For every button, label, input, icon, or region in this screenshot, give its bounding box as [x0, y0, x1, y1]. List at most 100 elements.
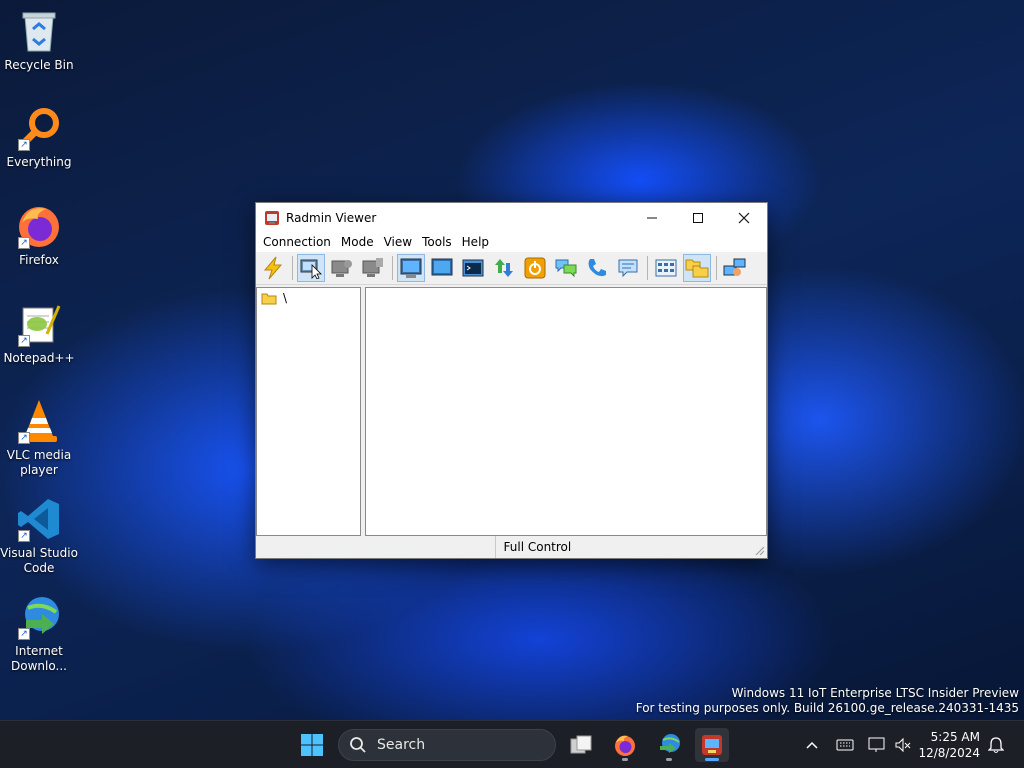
full-control-mode-button[interactable] — [297, 254, 325, 282]
volume-tray-button[interactable] — [892, 733, 914, 757]
vscode-icon: ↗ — [16, 496, 62, 542]
maximize-button[interactable] — [675, 203, 721, 232]
text-chat-button[interactable] — [552, 254, 580, 282]
start-button[interactable] — [295, 728, 329, 762]
list-view-icon — [655, 259, 677, 277]
desktop-icon-label: Recycle Bin — [4, 58, 74, 72]
search-icon — [350, 737, 366, 753]
shortcut-arrow-icon: ↗ — [18, 335, 30, 347]
desktop-icon-label: VLC media player — [6, 448, 72, 477]
internet-download-manager-icon: ↗ — [16, 594, 62, 640]
desktop-icon-label: Everything — [6, 155, 72, 169]
desktop-icon-recycle-bin[interactable]: Recycle Bin — [0, 8, 78, 73]
folder-tree-pane[interactable]: \ — [256, 287, 361, 536]
taskbar-radmin-viewer[interactable] — [695, 728, 729, 762]
bell-icon — [988, 737, 1004, 753]
tree-root-item[interactable]: \ — [257, 288, 360, 305]
address-book-button[interactable] — [721, 254, 749, 282]
internet-download-manager-icon — [660, 734, 680, 753]
clock-date: 12/8/2024 — [918, 746, 980, 760]
list-view-button[interactable] — [652, 254, 680, 282]
desktop-icon-everything[interactable]: ↗ Everything — [0, 105, 78, 170]
windows-watermark: Windows 11 IoT Enterprise LTSC Insider P… — [636, 686, 1019, 716]
folder-tree-button[interactable] — [683, 254, 711, 282]
watermark-line-2: For testing purposes only. Build 26100.g… — [635, 701, 1019, 715]
taskbar-clock[interactable]: 5:25 AM 12/8/2024 — [918, 729, 980, 761]
send-message-button[interactable] — [614, 254, 642, 282]
view-only-mode-button[interactable] — [328, 254, 356, 282]
shortcut-arrow-icon: ↗ — [18, 432, 30, 444]
taskbar-search-box[interactable]: Search — [338, 729, 556, 761]
notifications-button[interactable] — [986, 733, 1006, 757]
task-view-icon — [570, 735, 592, 754]
monitor-icon — [400, 258, 422, 278]
taskbar-internet-download-manager[interactable] — [652, 728, 686, 762]
phone-icon — [588, 259, 606, 277]
desktop-icon-label: Notepad++ — [3, 351, 75, 365]
computer-gray-icon — [362, 258, 383, 277]
speaker-muted-icon — [895, 737, 911, 753]
maximize-icon — [693, 212, 703, 223]
taskbar-firefox[interactable] — [608, 728, 642, 762]
computer-cursor-icon — [300, 259, 322, 279]
running-indicator-active — [705, 758, 719, 761]
connection-list-pane[interactable] — [365, 287, 767, 536]
desktop-icon-vscode[interactable]: ↗ Visual Studio Code — [0, 496, 78, 576]
shutdown-button[interactable] — [521, 254, 549, 282]
folder-icon — [261, 293, 277, 304]
vlc-cone-icon: ↗ — [16, 398, 62, 444]
status-mode: Full Control — [503, 540, 572, 554]
menu-tools[interactable]: Tools — [417, 232, 457, 252]
radmin-viewer-window[interactable]: Radmin Viewer Connection Mode View Tools… — [255, 202, 768, 559]
screen-icon — [431, 258, 453, 276]
tree-root-label: \ — [283, 291, 288, 305]
network-computers-icon — [723, 258, 746, 276]
shortcut-arrow-icon: ↗ — [18, 237, 30, 249]
recycle-bin-icon — [16, 8, 62, 54]
firefox-icon: ↗ — [16, 203, 62, 249]
menu-bar: Connection Mode View Tools Help — [256, 232, 767, 252]
desktop-icon-vlc[interactable]: ↗ VLC media player — [0, 398, 78, 478]
windows-logo-icon — [301, 734, 323, 756]
everything-search-icon: ↗ — [16, 105, 62, 151]
title-bar[interactable]: Radmin Viewer — [256, 203, 767, 232]
computer-disabled-icon — [331, 260, 352, 277]
keyboard-icon — [836, 739, 854, 751]
view-screen-button[interactable] — [397, 254, 425, 282]
menu-view[interactable]: View — [379, 232, 417, 252]
toolbar-separator — [292, 256, 293, 280]
fullscreen-button[interactable] — [428, 254, 456, 282]
toolbar-separator — [716, 256, 717, 280]
connect-button[interactable] — [259, 254, 287, 282]
lightning-icon — [263, 256, 283, 280]
status-segment-empty — [256, 536, 496, 558]
running-indicator — [622, 758, 628, 761]
desktop-icon-internet-download-manager[interactable]: ↗ Internet Downlo... — [0, 594, 78, 674]
desktop-icon-firefox[interactable]: ↗ Firefox — [0, 203, 78, 268]
telnet-button[interactable] — [459, 254, 487, 282]
telnet-mode-disabled-button[interactable] — [359, 254, 387, 282]
task-view-button[interactable] — [564, 728, 598, 762]
network-monitor-icon — [868, 737, 885, 752]
show-hidden-icons-button[interactable] — [802, 733, 822, 757]
desktop-icon-label: Visual Studio Code — [0, 546, 78, 575]
minimize-button[interactable] — [629, 203, 675, 232]
folders-icon — [685, 259, 709, 278]
file-transfer-button[interactable] — [490, 254, 518, 282]
chat-bubbles-icon — [555, 259, 577, 278]
watermark-line-1: Windows 11 IoT Enterprise LTSC Insider P… — [731, 686, 1019, 700]
network-tray-button[interactable] — [866, 733, 888, 757]
menu-mode[interactable]: Mode — [336, 232, 379, 252]
status-bar: Full Control — [256, 536, 767, 558]
resize-grip-icon[interactable] — [753, 544, 765, 556]
shortcut-arrow-icon: ↗ — [18, 530, 30, 542]
taskbar: Search 5:25 AM 12/8/2024 — [0, 720, 1024, 768]
close-button[interactable] — [721, 203, 767, 232]
menu-connection[interactable]: Connection — [258, 232, 336, 252]
chevron-up-icon — [806, 741, 818, 749]
minimize-icon — [647, 217, 657, 218]
keyboard-tray-button[interactable] — [834, 733, 856, 757]
menu-help[interactable]: Help — [457, 232, 494, 252]
voice-chat-button[interactable] — [583, 254, 611, 282]
desktop-icon-notepad-plus-plus[interactable]: ↗ Notepad++ — [0, 301, 78, 366]
